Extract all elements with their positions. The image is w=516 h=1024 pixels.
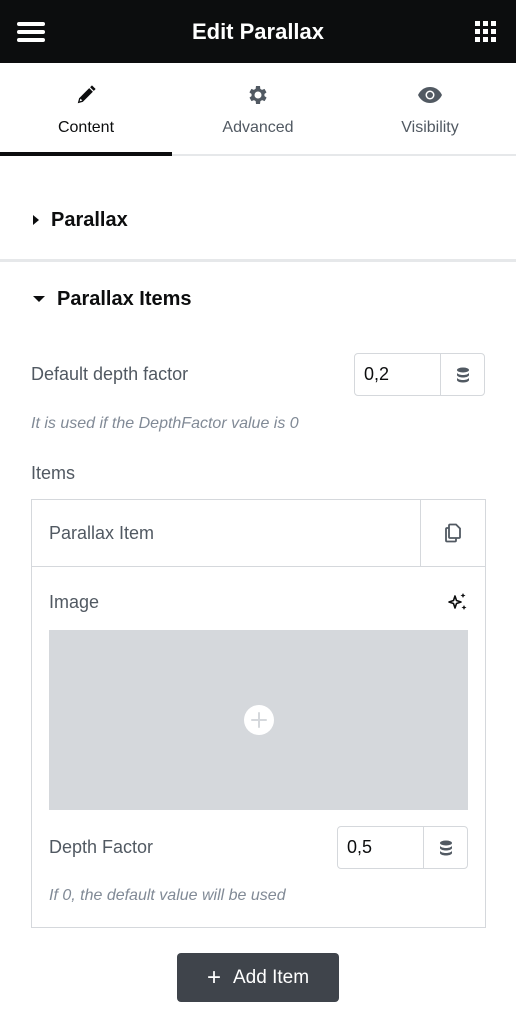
depth-factor-input[interactable] <box>338 827 423 868</box>
database-icon <box>439 840 452 855</box>
default-depth-input[interactable] <box>355 354 440 395</box>
ai-button[interactable] <box>447 591 469 613</box>
add-image-icon <box>243 705 274 735</box>
image-label: Image <box>49 592 100 612</box>
dynamic-tags-button[interactable] <box>440 354 484 395</box>
gear-icon <box>246 83 270 107</box>
tab-advanced-label: Advanced <box>222 119 294 136</box>
depth-factor-control <box>337 826 468 869</box>
section-parallax-items[interactable]: Parallax Items <box>0 283 516 315</box>
sparkles-icon <box>448 593 467 610</box>
database-icon <box>456 367 469 382</box>
page-title: Edit Parallax <box>191 18 325 44</box>
default-depth-hint: It is used if the DepthFactor value is 0 <box>31 415 299 432</box>
image-upload-area[interactable] <box>49 630 468 810</box>
hamburger-icon[interactable] <box>17 22 45 42</box>
items-label: Items <box>31 463 76 483</box>
duplicate-button[interactable] <box>420 500 485 566</box>
default-depth-label: Default depth factor <box>31 364 189 384</box>
caret-down-icon <box>33 296 45 302</box>
repeater-item-title[interactable]: Parallax Item <box>32 500 420 566</box>
panel-tabs: Content Advanced Visibility <box>0 63 516 156</box>
dynamic-tags-button[interactable] <box>423 827 467 868</box>
section-parallax-title: Parallax <box>51 208 128 231</box>
section-divider <box>0 259 516 262</box>
depth-factor-label: Depth Factor <box>49 837 154 857</box>
add-item-button[interactable]: + Add Item <box>177 953 339 1002</box>
header-bar: Edit Parallax <box>0 0 516 63</box>
add-item-label: Add Item <box>232 966 310 988</box>
grid-icon[interactable] <box>475 21 496 42</box>
section-parallax[interactable]: Parallax <box>0 204 516 236</box>
copy-icon <box>445 523 461 543</box>
depth-factor-hint: If 0, the default value will be used <box>49 887 286 904</box>
tab-visibility[interactable]: Visibility <box>344 63 516 154</box>
section-parallax-items-title: Parallax Items <box>57 287 192 310</box>
eye-icon <box>417 83 443 107</box>
caret-right-icon <box>33 215 39 225</box>
tab-content[interactable]: Content <box>0 63 172 156</box>
tab-advanced[interactable]: Advanced <box>172 63 344 154</box>
plus-icon: + <box>206 963 221 991</box>
default-depth-control <box>354 353 485 396</box>
pencil-icon <box>75 83 97 107</box>
repeater-item: Parallax Item Image Depth Factor If 0, t… <box>31 499 486 928</box>
tab-content-label: Content <box>57 119 115 136</box>
repeater-item-header: Parallax Item <box>32 500 485 567</box>
tab-visibility-label: Visibility <box>401 119 459 136</box>
